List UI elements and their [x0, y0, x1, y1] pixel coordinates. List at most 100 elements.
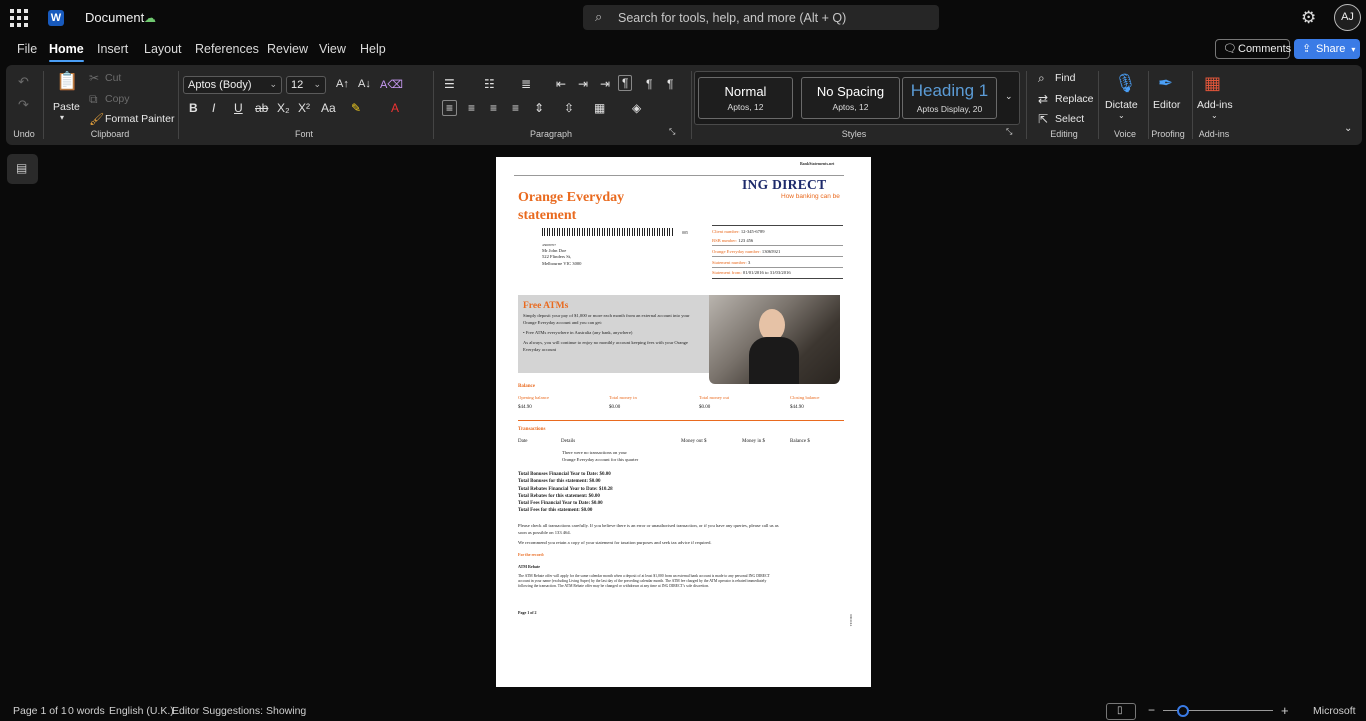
subscript-icon[interactable]: X₂: [277, 101, 290, 115]
copy-icon[interactable]: ⧉: [89, 92, 98, 107]
add-ins-grid-icon[interactable]: ▦: [1204, 73, 1221, 94]
format-painter-label[interactable]: Format Painter: [105, 113, 174, 125]
settings-gear-icon[interactable]: ⚙: [1301, 8, 1316, 28]
search-box[interactable]: ⌕ Search for tools, help, and more (Alt …: [583, 5, 939, 30]
language[interactable]: English (U.K.): [109, 705, 174, 717]
zoom-slider-thumb[interactable]: [1177, 705, 1189, 717]
format-painter-icon[interactable]: 🖌: [89, 112, 104, 126]
select-icon[interactable]: ⇱: [1038, 112, 1048, 126]
share-label: Share: [1316, 43, 1346, 55]
bullets-icon[interactable]: ☰: [444, 77, 455, 91]
copy-label[interactable]: Copy: [105, 93, 130, 105]
share-button[interactable]: ⇪ Share ▾: [1294, 39, 1360, 59]
tab-file[interactable]: File: [17, 42, 37, 56]
borders-icon[interactable]: ▦: [594, 101, 605, 115]
navigation-pane-button[interactable]: ▤: [7, 154, 38, 184]
find-icon[interactable]: ⌕: [1038, 71, 1045, 86]
redo-icon[interactable]: ↷: [18, 97, 29, 113]
chevron-down-icon[interactable]: ⌄: [1211, 111, 1218, 120]
microphone-icon[interactable]: 🎙: [1114, 73, 1137, 94]
avatar[interactable]: AJ: [1334, 4, 1361, 31]
superscript-icon[interactable]: X²: [298, 101, 310, 115]
zoom-in-button[interactable]: +: [1281, 703, 1289, 718]
increase-indent-icon[interactable]: ⇥: [600, 77, 610, 91]
shading-icon[interactable]: ◈: [632, 101, 641, 115]
clear-formatting-icon[interactable]: A⌫: [380, 78, 403, 91]
cut-icon[interactable]: ✂: [89, 71, 99, 85]
increase-indent-icon[interactable]: ⇥: [578, 77, 588, 91]
document-title[interactable]: Document: [85, 10, 144, 25]
document-page[interactable]: BankStatements.net ING DIRECT How bankin…: [496, 157, 871, 687]
font-color-icon[interactable]: A: [391, 101, 399, 115]
for-the-record: For the record:: [518, 552, 545, 557]
style-heading-1[interactable]: Heading 1 Aptos Display, 20: [902, 77, 997, 119]
align-center-icon[interactable]: ≡: [468, 101, 475, 115]
address-code: 43008707: [542, 243, 556, 247]
word-count[interactable]: 0 words: [68, 705, 105, 717]
align-right-icon[interactable]: ≡: [490, 101, 497, 115]
add-ins-label[interactable]: Add-ins: [1197, 99, 1233, 111]
print-layout-button[interactable]: ▯: [1106, 703, 1136, 720]
tab-review[interactable]: Review: [267, 42, 308, 56]
justify-icon[interactable]: ≡: [512, 101, 519, 115]
find-label[interactable]: Find: [1055, 72, 1075, 84]
cut-label[interactable]: Cut: [105, 72, 121, 84]
dialog-launcher-icon[interactable]: ⤡: [669, 127, 675, 137]
shrink-font-icon[interactable]: A↓: [358, 78, 371, 90]
promo-bullet-text: Free ATMs everywhere in Australia (any b…: [525, 330, 633, 335]
font-size-combo[interactable]: 12 ⌄: [286, 76, 326, 94]
title-bar: W Document ☁ ⌕ Search for tools, help, a…: [0, 0, 1366, 36]
replace-icon[interactable]: ⇄: [1038, 92, 1048, 106]
italic-icon[interactable]: I: [212, 101, 215, 115]
strikethrough-icon[interactable]: ab: [255, 101, 268, 115]
show-marks-icon[interactable]: ¶: [667, 77, 673, 91]
chevron-down-icon[interactable]: ⌄: [1118, 111, 1125, 120]
dialog-launcher-icon[interactable]: ⤡: [1006, 127, 1012, 137]
tab-help[interactable]: Help: [360, 42, 386, 56]
rtl-icon[interactable]: ¶: [646, 77, 652, 91]
change-case-icon[interactable]: Aa: [321, 101, 336, 115]
multilevel-list-icon[interactable]: ≣: [521, 77, 531, 91]
tab-home[interactable]: Home: [49, 42, 84, 62]
underline-icon[interactable]: U: [234, 101, 243, 115]
ltr-icon[interactable]: ¶: [618, 75, 633, 91]
tab-layout[interactable]: Layout: [144, 42, 182, 56]
grow-font-icon[interactable]: A↑: [336, 78, 349, 90]
paste-label[interactable]: Paste: [53, 101, 80, 113]
comments-button[interactable]: 🗨 Comments: [1215, 39, 1291, 59]
style-no-spacing[interactable]: No Spacing Aptos, 12: [801, 77, 900, 119]
select-label[interactable]: Select: [1055, 113, 1084, 125]
highlight-icon[interactable]: ✎: [351, 101, 361, 115]
ribbon-collapse-icon[interactable]: ⌄: [1344, 123, 1352, 134]
tab-view[interactable]: View: [319, 42, 346, 56]
paragraph-spacing-icon[interactable]: ⇳: [564, 101, 574, 115]
chevron-down-icon[interactable]: ▾: [60, 113, 64, 122]
cloud-check-icon[interactable]: ☁: [144, 11, 156, 25]
app-launcher-icon[interactable]: [10, 9, 28, 27]
dictate-label[interactable]: Dictate: [1105, 99, 1138, 111]
style-normal[interactable]: Normal Aptos, 12: [698, 77, 793, 119]
decrease-indent-icon[interactable]: ⇤: [556, 77, 566, 91]
replace-label[interactable]: Replace: [1055, 93, 1094, 105]
tab-references[interactable]: References: [195, 42, 259, 56]
detail-row: BSB number: 123 456: [712, 238, 753, 243]
tab-insert[interactable]: Insert: [97, 42, 128, 56]
transactions-empty: There were no transactions on your: [562, 450, 627, 455]
divider: [712, 245, 843, 246]
atm-rebate-line: following the transaction. The ATM Rebat…: [518, 584, 710, 588]
undo-icon[interactable]: ↶: [18, 74, 29, 90]
numbering-icon[interactable]: ☷: [484, 77, 495, 91]
line-spacing-icon[interactable]: ⇕: [534, 101, 544, 115]
style-normal-name: Normal: [724, 84, 767, 99]
bold-icon[interactable]: B: [189, 101, 198, 115]
editor-pen-icon[interactable]: ✒: [1158, 73, 1173, 94]
editor-label[interactable]: Editor: [1153, 99, 1180, 111]
paste-icon[interactable]: 📋: [56, 71, 78, 92]
page-count[interactable]: Page 1 of 1: [13, 705, 67, 717]
font-name-combo[interactable]: Aptos (Body) ⌄: [183, 76, 282, 94]
zoom-out-button[interactable]: −: [1148, 703, 1155, 717]
add-ins-group-label: Add-ins: [1198, 129, 1230, 139]
align-left-icon[interactable]: ≡: [442, 100, 458, 116]
editor-suggestions[interactable]: Editor Suggestions: Showing: [172, 705, 306, 717]
styles-more-icon[interactable]: ⌄: [1005, 91, 1013, 102]
